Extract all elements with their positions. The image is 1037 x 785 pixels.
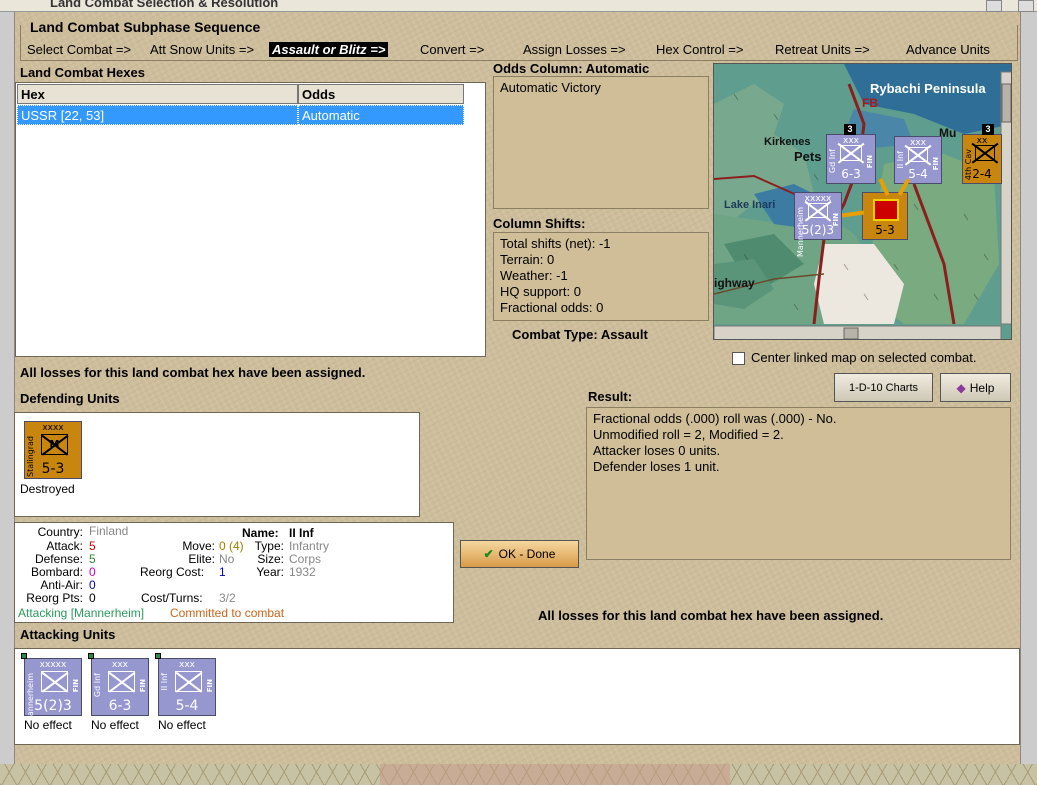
close-window-button[interactable] (1018, 0, 1034, 12)
sequence-title: Land Combat Subphase Sequence (28, 19, 263, 35)
info-name: II Inf (289, 526, 314, 540)
infantry-icon (41, 671, 68, 692)
odds-column-title: Odds Column: Automatic (493, 61, 650, 76)
center-linked-checkbox[interactable] (732, 352, 745, 365)
odds-text-box: Automatic Victory (493, 76, 709, 209)
left-frame (0, 12, 15, 764)
shift-total: Total shifts (net): -1 (500, 236, 611, 251)
background-map-border (380, 764, 730, 785)
result-line: Attacker loses 0 units. (593, 443, 721, 458)
combat-explosion-icon (873, 199, 899, 221)
result-line: Unmodified roll = 2, Modified = 2. (593, 427, 784, 442)
seq-step-hex-control: Hex Control => (656, 42, 744, 57)
info-country: Finland (89, 524, 129, 538)
defending-unit-result: Destroyed (20, 482, 75, 496)
attacking-unit-result: No effect (158, 718, 206, 732)
result-box: Fractional odds (.000) roll was (.000) -… (586, 407, 1011, 560)
center-linked-label: Center linked map on selected combat. (751, 350, 977, 365)
seq-step-att-snow-units: Att Snow Units => (150, 42, 255, 57)
status-left: All losses for this land combat hex have… (20, 365, 366, 380)
window-title-bar: Land Combat Selection & Resolution (0, 0, 1037, 12)
attacking-unit-ii-inf[interactable]: xxx II Inf FIN 5-4 (155, 653, 216, 716)
status-right: All losses for this land combat hex have… (538, 608, 884, 623)
status-marker-icon (88, 653, 94, 659)
attacking-unit-mannerheim[interactable]: xxxxx Mannerheim FIN 5(2)3 (21, 653, 82, 723)
stack-count-badge: 3 (982, 124, 994, 135)
attacking-units-title: Attacking Units (20, 627, 116, 642)
right-frame (1020, 12, 1037, 764)
map-unit-gd-inf[interactable]: xxx Gd Inf FIN 6-3 (826, 134, 876, 184)
minimize-button[interactable] (986, 0, 1002, 12)
map-label-kirkenes: Kirkenes (764, 136, 811, 148)
land-combat-hexes-title: Land Combat Hexes (20, 65, 145, 80)
info-attacking: Attacking [Mannerheim] (18, 606, 145, 620)
help-button[interactable]: ◆ Help (940, 373, 1011, 402)
result-line: Defender loses 1 unit. (593, 459, 720, 474)
info-year: 1932 (289, 565, 316, 579)
column-header-odds[interactable]: Odds (298, 84, 464, 104)
shift-hq-support: HQ support: 0 (500, 284, 581, 299)
shift-terrain: Terrain: 0 (500, 252, 555, 267)
defending-unit-stalingrad[interactable]: xxxx M Stalingrad 5-3 (24, 421, 82, 479)
column-header-hex[interactable]: Hex (17, 84, 298, 104)
odds-text: Automatic Victory (500, 80, 601, 95)
seq-step-advance-units: Advance Units (906, 42, 990, 57)
map-unit-mannerheim[interactable]: xxxxx Mannerheim FIN 5(2)3 (794, 192, 842, 257)
infantry-icon (175, 671, 202, 692)
infantry-icon (840, 145, 862, 161)
map-unit-defender[interactable]: 5-3 (862, 192, 908, 240)
seq-step-assign-losses: Assign Losses => (523, 42, 626, 57)
map-label-pets: Pets (794, 149, 822, 164)
result-line: Fractional odds (.000) roll was (.000) -… (593, 411, 837, 426)
map-label-fb: FB (862, 96, 878, 110)
hex-cell[interactable]: USSR [22, 53] (17, 105, 298, 125)
seq-step-retreat-units: Retreat Units => (775, 42, 870, 57)
ok-done-button[interactable]: ✔ OK - Done (460, 540, 579, 568)
shift-fractional-odds: Fractional odds: 0 (500, 300, 604, 315)
column-shifts-title: Column Shifts: (493, 216, 586, 231)
shift-weather: Weather: -1 (500, 268, 568, 283)
window-title: Land Combat Selection & Resolution (50, 0, 279, 10)
charts-button[interactable]: 1-D-10 Charts (834, 373, 933, 402)
combat-type: Combat Type: Assault (512, 327, 648, 342)
infantry-icon (808, 203, 828, 218)
seq-step-select-combat: Select Combat => (27, 42, 132, 57)
map-label-highway: ighway (714, 276, 755, 290)
stack-count-badge: 3 (844, 124, 856, 135)
map-label-peninsula: Rybachi Peninsula (870, 81, 986, 96)
result-title: Result: (588, 389, 633, 404)
info-committed: Committed to combat (170, 606, 285, 620)
attacking-unit-result: No effect (24, 718, 72, 732)
checkmark-icon: ✔ (483, 547, 494, 561)
attacking-unit-result: No effect (91, 718, 139, 732)
seq-step-convert: Convert => (420, 42, 485, 57)
attacking-unit-gd-inf[interactable]: xxx Gd Inf FIN 6-3 (88, 653, 149, 716)
info-reorg-pts: 0 (89, 591, 96, 605)
map-unit-4th-cav[interactable]: xx 4th Cav 2-4 (962, 134, 1002, 184)
linked-map[interactable]: Rybachi Peninsula FB Kirkenes Pets Mu La… (713, 63, 1012, 340)
defending-units-title: Defending Units (20, 391, 120, 406)
help-book-icon: ◆ (956, 380, 966, 395)
cavalry-icon (975, 145, 995, 161)
mechanized-icon: M (41, 434, 68, 455)
map-unit-ii-inf[interactable]: xxx II Inf FIN 5-4 (894, 136, 942, 184)
info-cost-turns: 3/2 (219, 591, 236, 605)
status-marker-icon (155, 653, 161, 659)
map-label-lake: Lake Inari (724, 199, 776, 211)
status-marker-icon (21, 653, 27, 659)
infantry-icon (908, 147, 928, 162)
infantry-icon (108, 671, 135, 692)
odds-cell[interactable]: Automatic (298, 105, 464, 125)
column-shifts-box: Total shifts (net): -1 Terrain: 0 Weathe… (493, 232, 709, 321)
seq-step-assault-or-blitz: Assault or Blitz => (269, 42, 389, 57)
